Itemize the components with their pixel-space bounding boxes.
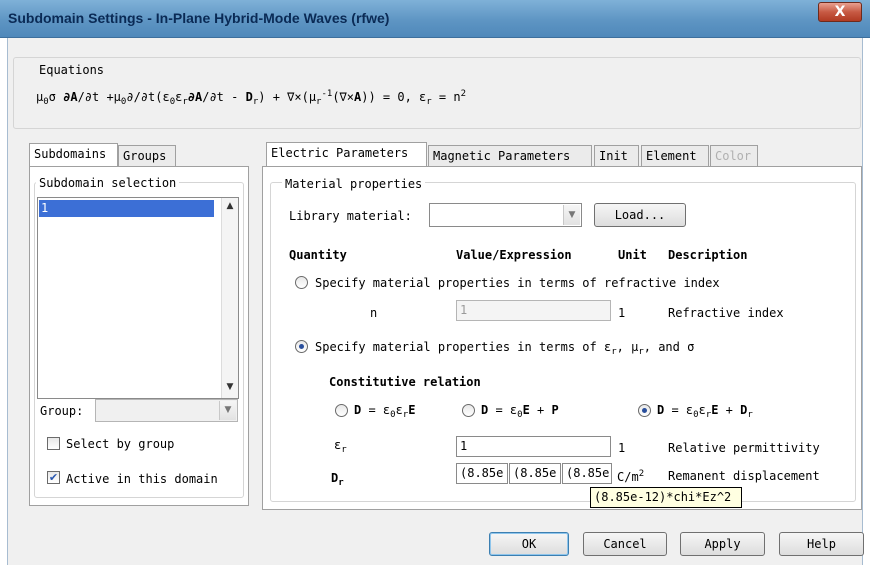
n-description: Refractive index	[668, 306, 784, 320]
dr-unit: C/m2	[617, 469, 645, 484]
dr-y-value-field[interactable]: (8.85e	[509, 463, 561, 484]
tab-color: Color	[710, 145, 758, 167]
expression-tooltip: (8.85e-12)*chi*Ez^2	[590, 487, 742, 508]
constitutive-radio-2[interactable]	[462, 404, 475, 417]
group-label: Group:	[40, 404, 84, 418]
cancel-button[interactable]: Cancel	[583, 532, 667, 556]
permittivity-option-radio[interactable]	[295, 340, 308, 353]
eps-r-description: Relative permittivity	[668, 441, 820, 455]
tab-init[interactable]: Init	[594, 145, 639, 167]
select-by-group-checkbox[interactable]	[47, 437, 60, 450]
eps-r-value-field[interactable]: 1	[456, 436, 611, 457]
header-description: Description	[668, 248, 748, 262]
n-symbol: n	[370, 306, 378, 320]
eps-r-unit: 1	[618, 441, 626, 455]
active-in-domain-label: Active in this domain	[66, 472, 218, 486]
n-value-field: 1	[456, 300, 611, 321]
dr-description: Remanent displacement	[668, 469, 820, 483]
subdomain-listbox[interactable]: 1 ▲ ▼	[37, 197, 239, 399]
material-properties-label: Material properties	[282, 177, 426, 191]
permittivity-option-label: Specify material properties in terms of …	[315, 340, 695, 357]
tab-electric-parameters[interactable]: Electric Parameters	[266, 142, 427, 166]
refractive-index-option-label: Specify material properties in terms of …	[315, 276, 720, 290]
tab-subdomains[interactable]: Subdomains	[29, 143, 118, 167]
window-title: Subdomain Settings - In-Plane Hybrid-Mod…	[8, 10, 390, 26]
ok-button[interactable]: OK	[489, 532, 569, 556]
apply-button[interactable]: Apply	[680, 532, 765, 556]
constitutive-option-1-label: D = ε0εrE	[354, 403, 416, 420]
eps-r-symbol: εr	[334, 438, 347, 455]
dr-symbol: Dr	[331, 471, 344, 488]
scroll-down-icon[interactable]: ▼	[225, 382, 235, 392]
header-unit: Unit	[618, 248, 647, 262]
group-select[interactable]: ▼	[95, 399, 238, 422]
equations-label: Equations	[36, 63, 108, 77]
listbox-scrollbar[interactable]: ▲ ▼	[221, 198, 238, 398]
chevron-down-icon[interactable]: ▼	[219, 401, 236, 420]
scroll-up-icon[interactable]: ▲	[225, 201, 235, 211]
tab-element[interactable]: Element	[641, 145, 709, 167]
constitutive-option-2-label: D = ε0E + P	[481, 403, 559, 420]
equation-text: μ0σ ∂A/∂t +μ0∂/∂t(ε0εr∂A/∂t - Dr) + ∇×(μ…	[36, 89, 467, 107]
constitutive-option-3-label: D = ε0εrE + Dr	[657, 403, 753, 420]
title-bar[interactable]: Subdomain Settings - In-Plane Hybrid-Mod…	[0, 0, 870, 38]
library-material-select[interactable]: ▼	[429, 203, 582, 227]
constitutive-radio-3[interactable]	[638, 404, 651, 417]
help-button[interactable]: Help	[779, 532, 864, 556]
n-unit: 1	[618, 306, 626, 320]
constitutive-radio-1[interactable]	[335, 404, 348, 417]
refractive-index-radio[interactable]	[295, 276, 308, 289]
dialog-window: Subdomain Settings - In-Plane Hybrid-Mod…	[0, 0, 870, 565]
header-value-expression: Value/Expression	[456, 248, 572, 262]
close-icon[interactable]: X	[818, 2, 862, 22]
dr-z-value-field[interactable]: (8.85e	[562, 463, 612, 484]
tab-groups[interactable]: Groups	[118, 145, 176, 167]
subdomain-selection-label: Subdomain selection	[36, 176, 180, 190]
dr-x-value-field[interactable]: (8.85e	[456, 463, 508, 484]
header-quantity: Quantity	[289, 248, 347, 262]
load-button[interactable]: Load...	[594, 203, 686, 227]
constitutive-relation-title: Constitutive relation	[329, 375, 481, 389]
chevron-down-icon[interactable]: ▼	[563, 205, 580, 225]
active-in-domain-checkbox[interactable]: ✔	[47, 471, 60, 484]
select-by-group-label: Select by group	[66, 437, 175, 451]
list-item[interactable]: 1	[39, 200, 214, 217]
library-material-label: Library material:	[289, 209, 412, 223]
tab-magnetic-parameters[interactable]: Magnetic Parameters	[428, 145, 592, 167]
